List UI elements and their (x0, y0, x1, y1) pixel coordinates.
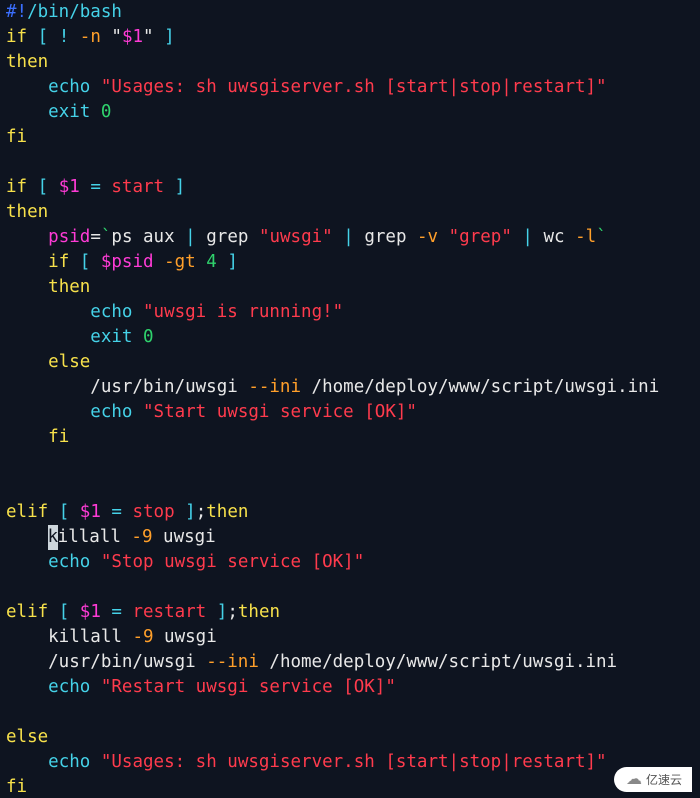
code-line: fi (6, 777, 27, 797)
code-line: echo "Start uwsgi service [OK]" (6, 402, 417, 422)
code-line: then (6, 277, 90, 297)
code-line: echo "uwsgi is running!" (6, 302, 343, 322)
code-line: /usr/bin/uwsgi --ini /home/deploy/www/sc… (6, 377, 659, 397)
code-line: elif [ $1 = restart ];then (6, 602, 280, 622)
code-line: echo "Restart uwsgi service [OK]" (6, 677, 396, 697)
code-line: if [ ! -n "$1" ] (6, 27, 175, 47)
code-line: then (6, 52, 48, 72)
code-line: if [ $1 = start ] (6, 177, 185, 197)
code-line: else (6, 727, 48, 747)
code-editor: #!/bin/bash if [ ! -n "$1" ] then echo "… (0, 0, 700, 798)
code-line: echo "Stop uwsgi service [OK]" (6, 552, 364, 572)
code-line: exit 0 (6, 102, 111, 122)
code-line: fi (6, 127, 27, 147)
code-line: if [ $psid -gt 4 ] (6, 252, 238, 272)
code-line: then (6, 202, 48, 222)
code-line: /usr/bin/uwsgi --ini /home/deploy/www/sc… (6, 652, 617, 672)
code-line: killall -9 uwsgi (6, 527, 216, 547)
watermark-text: 亿速云 (646, 771, 682, 788)
code-line: exit 0 (6, 327, 154, 347)
code-line: elif [ $1 = stop ];then (6, 502, 248, 522)
code-line: echo "Usages: sh uwsgiserver.sh [start|s… (6, 77, 607, 97)
code-line: fi (6, 427, 69, 447)
code-line: psid=`ps aux | grep "uwsgi" | grep -v "g… (6, 227, 607, 247)
cloud-icon: ☁ (626, 772, 642, 788)
code-line: #!/bin/bash (6, 2, 122, 22)
watermark-badge: ☁ 亿速云 (614, 767, 692, 792)
code-line: echo "Usages: sh uwsgiserver.sh [start|s… (6, 752, 607, 772)
code-line: else (6, 352, 90, 372)
code-line: killall -9 uwsgi (6, 627, 217, 647)
